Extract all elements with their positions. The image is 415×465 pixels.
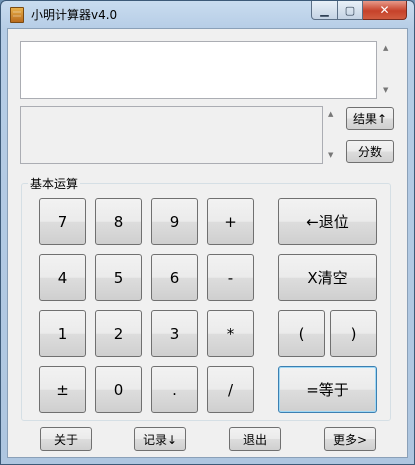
key-multiply[interactable]: * [207, 310, 254, 357]
backspace-button[interactable]: ←退位 [278, 198, 377, 245]
key-minus[interactable]: - [207, 254, 254, 301]
key-4[interactable]: 4 [39, 254, 86, 301]
expression-scroll-down-icon[interactable]: ▼ [383, 86, 413, 94]
key-1[interactable]: 1 [39, 310, 86, 357]
key-plus[interactable]: + [207, 198, 254, 245]
right-paren-button[interactable]: ) [330, 310, 377, 357]
basic-ops-label: 基本运算 [28, 175, 81, 192]
key-negate[interactable]: ± [39, 366, 86, 413]
key-0[interactable]: 0 [95, 366, 142, 413]
fraction-button[interactable]: 分数 [346, 140, 394, 163]
about-button[interactable]: 关于 [40, 427, 92, 451]
maximize-button[interactable]: ▢ [338, 1, 363, 20]
key-8[interactable]: 8 [95, 198, 142, 245]
window-controls: ▁ ▢ ✕ [311, 1, 407, 20]
key-divide[interactable]: / [207, 366, 254, 413]
key-decimal[interactable]: . [151, 366, 198, 413]
expression-scroll-up-icon[interactable]: ▲ [383, 44, 413, 52]
exit-button[interactable]: 退出 [229, 427, 281, 451]
minimize-button[interactable]: ▁ [311, 1, 338, 20]
result-up-button[interactable]: 结果↑ [346, 107, 394, 130]
key-9[interactable]: 9 [151, 198, 198, 245]
close-button[interactable]: ✕ [363, 1, 407, 20]
key-5[interactable]: 5 [95, 254, 142, 301]
window-title: 小明计算器v4.0 [31, 8, 118, 22]
more-button[interactable]: 更多> [324, 427, 376, 451]
left-paren-button[interactable]: ( [278, 310, 325, 357]
key-7[interactable]: 7 [39, 198, 86, 245]
key-6[interactable]: 6 [151, 254, 198, 301]
history-button[interactable]: 记录↓ [134, 427, 186, 451]
app-icon [10, 7, 24, 23]
key-2[interactable]: 2 [95, 310, 142, 357]
result-display[interactable] [20, 106, 323, 164]
title-bar[interactable]: 小明计算器v4.0 ▁ ▢ ✕ [1, 1, 414, 27]
equals-button[interactable]: =等于 [278, 366, 377, 413]
key-3[interactable]: 3 [151, 310, 198, 357]
expression-input[interactable] [20, 41, 377, 99]
clear-button[interactable]: X清空 [278, 254, 377, 301]
